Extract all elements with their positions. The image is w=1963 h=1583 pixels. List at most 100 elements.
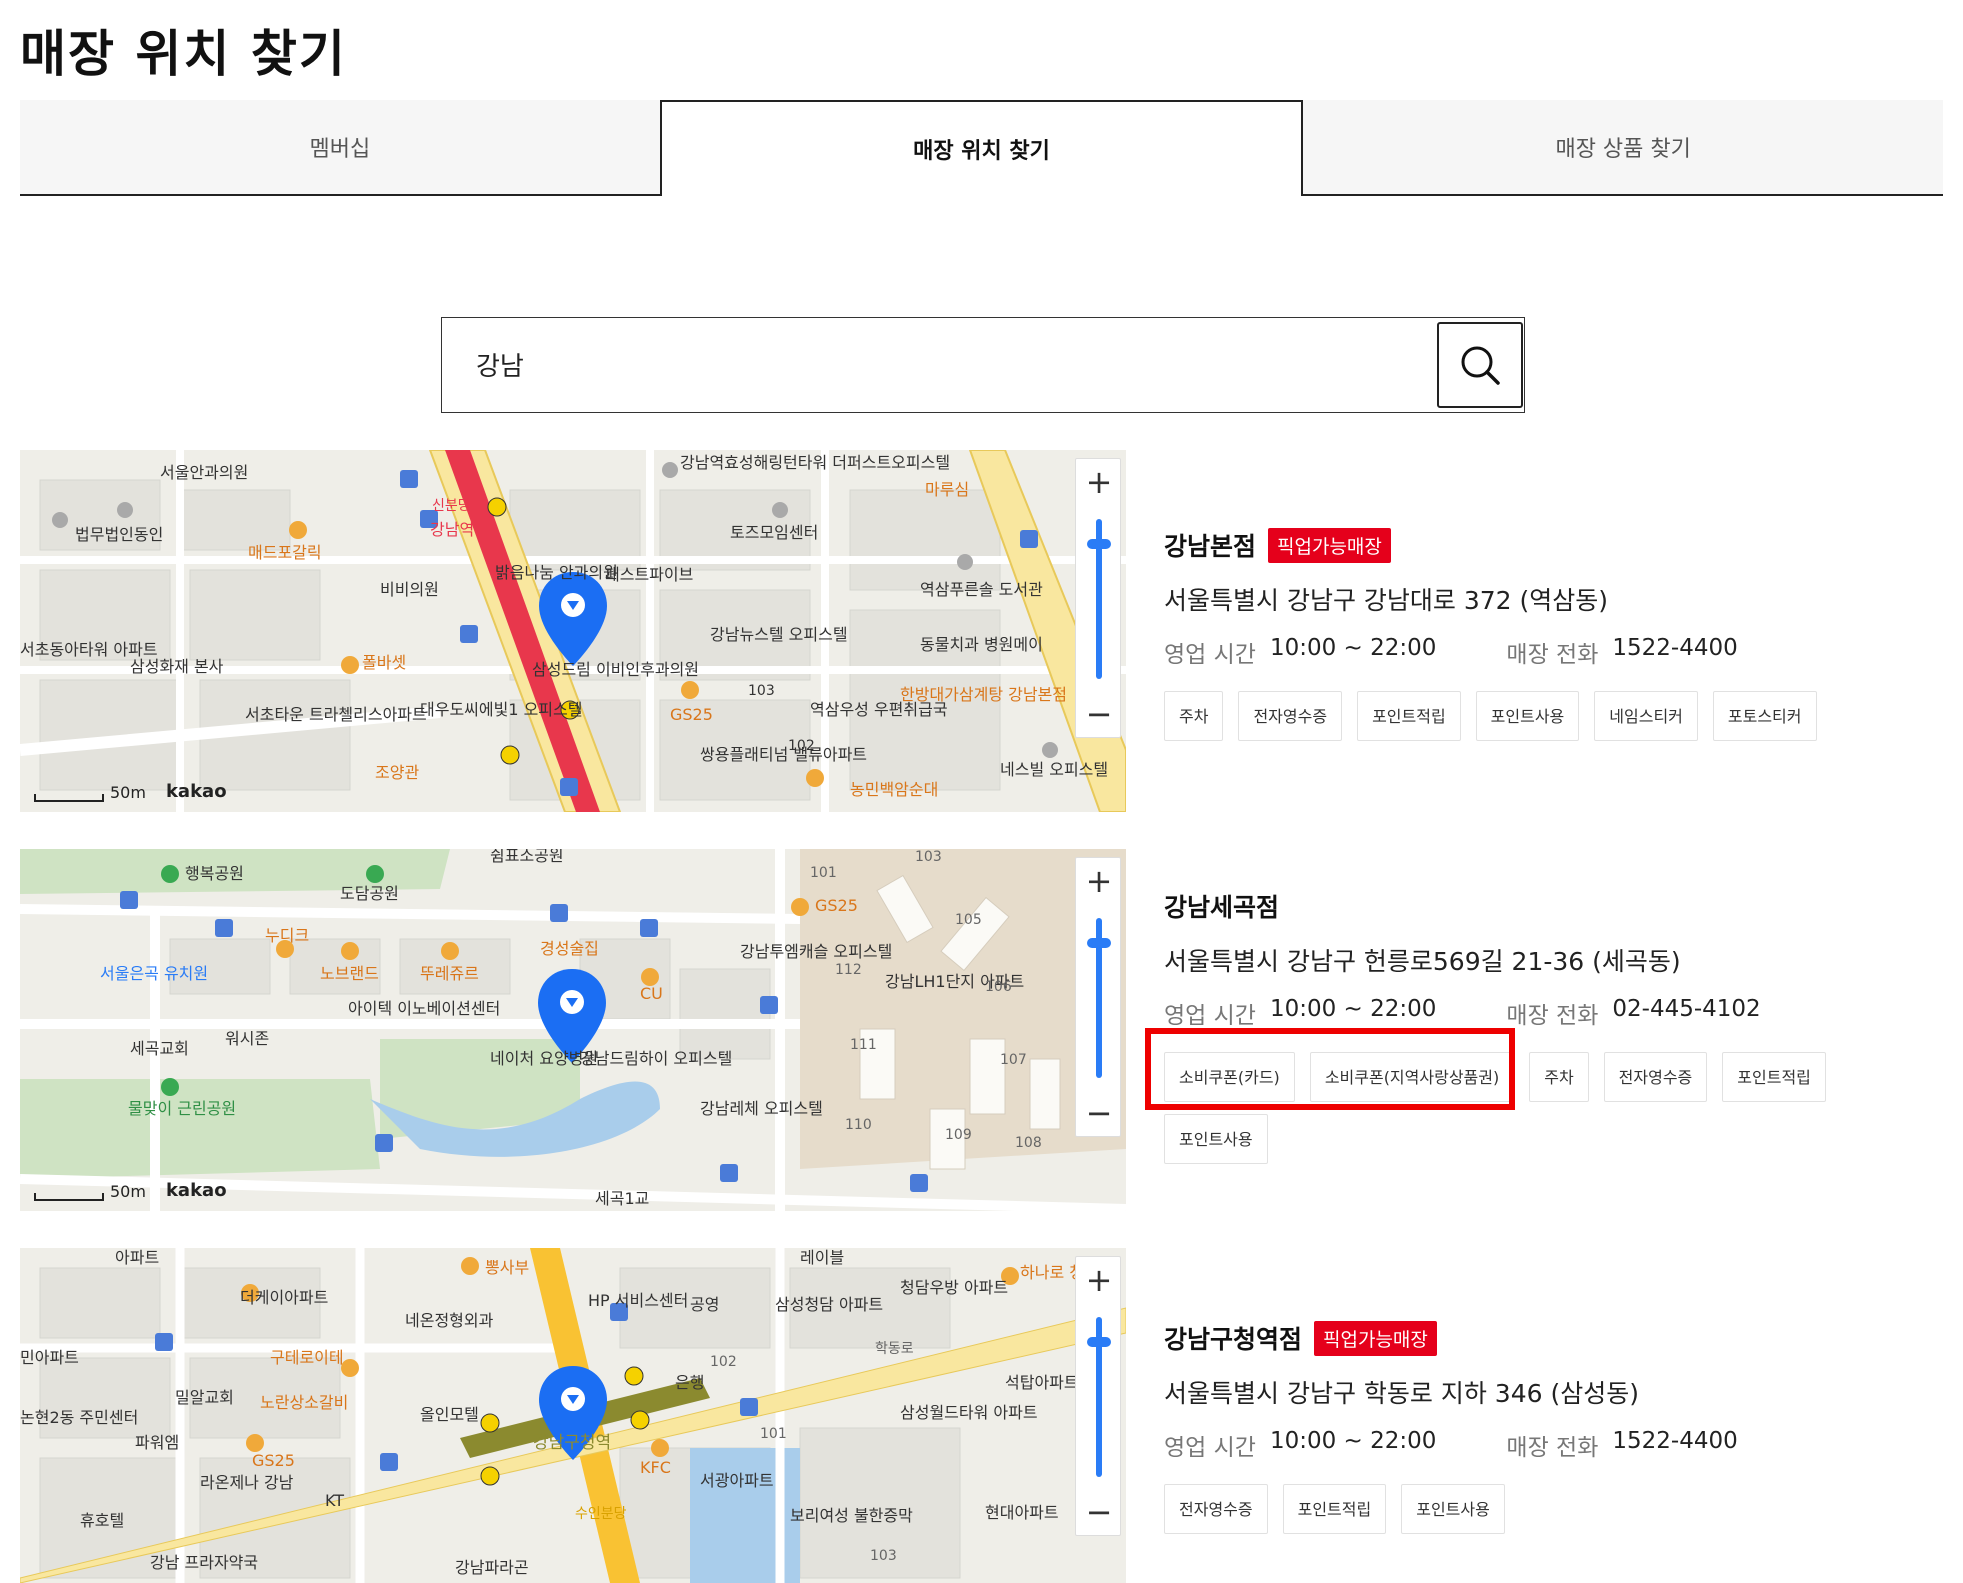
- zoom-in-button[interactable]: +: [1076, 858, 1122, 904]
- map-label: 밝음나눔 안과의원: [495, 563, 618, 582]
- amenity-tag: 전자영수증: [1164, 1484, 1268, 1534]
- zoom-slider-handle[interactable]: [1087, 1337, 1111, 1347]
- map-label: 역삼푸른솔 도서관: [920, 580, 1043, 599]
- map-label: 휴호텔: [80, 1511, 124, 1530]
- map-zoom-control: + −: [1075, 458, 1121, 738]
- map-label: 파워엠: [135, 1433, 179, 1452]
- map-label: 현대아파트: [985, 1503, 1059, 1522]
- hours-value: 10:00 ~ 22:00: [1269, 635, 1437, 661]
- kakao-logo: kakao: [165, 1180, 227, 1201]
- map-zoom-control: + −: [1075, 857, 1121, 1137]
- store-card-gangnam-gu-office: 강남구청역점 픽업가능매장 서울특별시 강남구 학동로 지하 346 (삼성동)…: [1164, 1320, 1944, 1534]
- map-label: 조양관: [375, 763, 419, 782]
- map-label: 마루심: [925, 480, 969, 499]
- map-label: 삼성청담 아파트: [775, 1295, 883, 1314]
- amenity-tag: 포인트사용: [1475, 691, 1580, 741]
- map-label: 서광아파트: [700, 1471, 774, 1490]
- map-label: 103: [915, 849, 942, 865]
- map-canvas: 행복공원 도담공원 쉼표소공원 누디크 노브랜드 뚜레쥬르 경성술집 서울은곡 …: [20, 849, 1126, 1211]
- amenity-tags: 전자영수증 포인트적립 포인트사용: [1164, 1484, 1944, 1534]
- search-bar: [441, 317, 1525, 413]
- map-label: 폴바셋: [362, 653, 406, 672]
- map-label: 비비의원: [380, 580, 439, 599]
- store-map-gangnam-gu-office[interactable]: 아파트 더케이아파트 뽕사부 HP 서비스센터 공영 레이블 삼성청담 아파트 …: [20, 1248, 1126, 1583]
- map-label: 밀알교회: [175, 1388, 234, 1407]
- tab-store-products[interactable]: 매장 상품 찾기: [1303, 100, 1944, 196]
- map-label: HP 서비스센터: [588, 1291, 688, 1310]
- pickup-badge: 픽업가능매장: [1314, 1320, 1437, 1356]
- map-label: 토즈모임센터: [730, 523, 818, 542]
- amenity-tag: 전자영수증: [1238, 691, 1343, 741]
- map-label: 106: [985, 979, 1012, 995]
- map-label: 107: [1000, 1052, 1027, 1068]
- map-label: KFC: [640, 1458, 671, 1477]
- map-label: 네온정형외과: [405, 1311, 494, 1330]
- map-zoom-control: + −: [1075, 1256, 1121, 1536]
- phone-label: 매장 전화: [1506, 1435, 1599, 1461]
- map-label: 공영: [690, 1295, 719, 1314]
- store-map-gangnam[interactable]: 서울안과의원 법무법인동인 매드포갈릭 비비의원 서초동아타워 아파트 삼성화재…: [20, 450, 1126, 812]
- store-name[interactable]: 강남구청역점: [1164, 1320, 1302, 1356]
- zoom-in-button[interactable]: +: [1076, 459, 1122, 505]
- map-label: 쉼표소공원: [490, 849, 564, 865]
- map-scale: 50m kakao: [34, 1180, 227, 1201]
- map-label: 한방대가삼계탕 강남본점: [900, 685, 1067, 704]
- store-address: 서울특별시 강남구 학동로 지하 346 (삼성동): [1164, 1379, 1639, 1408]
- store-card-gangnam: 강남본점 픽업가능매장 서울특별시 강남구 강남대로 372 (역삼동) 영업 …: [1164, 527, 1944, 741]
- phone-value: 1522-4400: [1612, 635, 1738, 661]
- zoom-slider-handle[interactable]: [1087, 938, 1111, 948]
- map-label: 105: [955, 912, 982, 928]
- map-label: 102: [710, 1354, 737, 1370]
- store-map-segok[interactable]: 행복공원 도담공원 쉼표소공원 누디크 노브랜드 뚜레쥬르 경성술집 서울은곡 …: [20, 849, 1126, 1211]
- map-label: 논현2동 주민센터: [20, 1408, 138, 1427]
- amenity-tag: 네임스티커: [1594, 691, 1698, 741]
- amenity-tag: 전자영수증: [1603, 1052, 1708, 1102]
- map-label: KT: [325, 1491, 344, 1510]
- phone-label: 매장 전화: [1506, 1003, 1599, 1029]
- map-label: 학동로: [875, 1341, 914, 1357]
- map-label: 뚜레쥬르: [420, 964, 479, 983]
- zoom-out-button[interactable]: −: [1076, 1489, 1122, 1535]
- store-name[interactable]: 강남세곡점: [1164, 888, 1279, 924]
- hours-value: 10:00 ~ 22:00: [1269, 1428, 1437, 1454]
- map-label: 보리여성 불한증막: [790, 1506, 913, 1525]
- map-label: 서초타운 트라첼리스아파트: [245, 705, 427, 724]
- map-label: 패스트파이브: [605, 565, 693, 584]
- map-label: 청담우방 아파트: [900, 1278, 1008, 1297]
- hours-label: 영업 시간: [1164, 1435, 1256, 1461]
- map-label: 서울안과의원: [160, 463, 248, 482]
- search-icon: [1461, 346, 1500, 385]
- tab-membership[interactable]: 멤버십: [20, 100, 660, 196]
- search-input[interactable]: [442, 318, 1432, 411]
- zoom-out-button[interactable]: −: [1076, 691, 1122, 737]
- map-label: 삼성화재 본사: [130, 657, 224, 676]
- store-address: 서울특별시 강남구 헌릉로569길 21-36 (세곡동): [1164, 947, 1681, 976]
- zoom-slider-handle[interactable]: [1087, 539, 1111, 549]
- map-label: 강남 프라자약국: [150, 1553, 258, 1572]
- phone-value: 02-445-4102: [1612, 996, 1761, 1022]
- amenity-tag: 포인트사용: [1164, 1114, 1268, 1164]
- map-label: 103: [870, 1548, 897, 1564]
- map-label: 삼성월드타워 아파트: [900, 1403, 1038, 1422]
- amenity-tag: 주차: [1529, 1052, 1589, 1102]
- map-label: 구테로이테: [270, 1348, 344, 1367]
- amenity-tag: 포인트적립: [1357, 691, 1461, 741]
- map-label: 강남파라곤: [455, 1558, 529, 1577]
- zoom-out-button[interactable]: −: [1076, 1090, 1122, 1136]
- scale-bar: [34, 1193, 104, 1201]
- map-label: 강남레체 오피스텔: [700, 1099, 823, 1118]
- store-name[interactable]: 강남본점: [1164, 527, 1256, 563]
- map-label: 강남역효성해링턴타워 더퍼스트오피스텔: [680, 453, 950, 472]
- tab-store-location[interactable]: 매장 위치 찾기: [659, 100, 1304, 196]
- zoom-in-button[interactable]: +: [1076, 1257, 1122, 1303]
- map-label: 농민백암순대: [850, 780, 938, 799]
- map-label: 경성술집: [540, 939, 599, 958]
- map-label: 강남역: [430, 520, 474, 539]
- map-label: 도담공원: [340, 884, 399, 903]
- map-label: 네스빌 오피스텔: [1000, 760, 1108, 779]
- map-label: 민아파트: [20, 1348, 79, 1367]
- hours-label: 영업 시간: [1164, 642, 1256, 668]
- search-button[interactable]: [1437, 322, 1523, 408]
- map-label: 노란상소갈비: [260, 1393, 348, 1412]
- map-label: 올인모텔: [420, 1405, 479, 1424]
